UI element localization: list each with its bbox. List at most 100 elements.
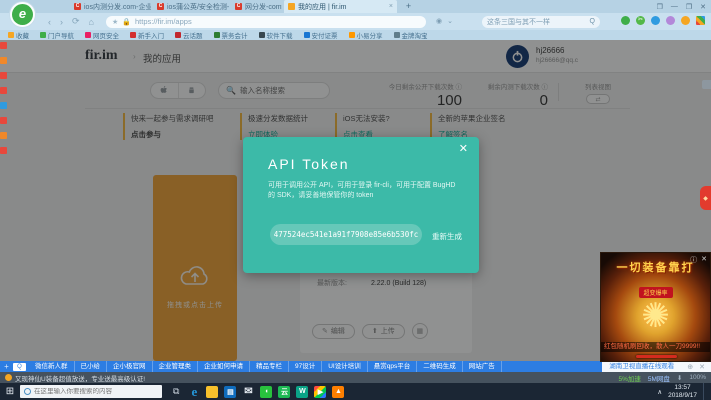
download-icon[interactable]: ⬇ (677, 374, 682, 382)
ad-link[interactable]: 已小给 (75, 361, 108, 372)
links-close-icon[interactable]: ✕ (699, 363, 705, 371)
quick-icon[interactable] (0, 57, 7, 64)
ad-link[interactable]: 微信新人群 (29, 361, 75, 372)
speedup-indicator[interactable]: 5%加速 (618, 373, 640, 383)
home-icon[interactable]: ⌂ (89, 17, 94, 27)
file-explorer-icon[interactable] (203, 383, 221, 400)
bookmark-item[interactable]: 门户导航 (40, 30, 74, 40)
minimize-icon[interactable]: — (671, 3, 678, 10)
browser-search-box[interactable]: 这条三国与其不一样 Q (482, 16, 600, 28)
bookmark-item[interactable]: 金牌淘宝 (394, 30, 428, 40)
quick-icon[interactable] (0, 117, 7, 124)
taskbar-search[interactable] (20, 385, 162, 398)
ad-link[interactable]: 二维码生成 (417, 361, 463, 372)
app-store-icon[interactable]: ▶ (311, 383, 329, 400)
bookmark-item[interactable]: 收藏 (8, 30, 29, 40)
browser-tab-active-firim[interactable]: 我的应用 | fir.im × (284, 0, 397, 13)
ad-link[interactable]: UI设计培训 (322, 361, 368, 372)
browser-chrome: C ios内测分发.com-企业-技术社区 C ios蒲公英/安全检测-com维… (0, 0, 711, 40)
media-player-icon[interactable]: ▲ (329, 383, 347, 400)
browser-logo[interactable]: e (9, 1, 36, 28)
zoom-level[interactable]: 100% (689, 374, 706, 381)
quick-icon[interactable] (0, 87, 7, 94)
ad-link[interactable]: 企小极官网 (107, 361, 153, 372)
bookmark-item[interactable]: 安付证票 (304, 30, 338, 40)
ad-link[interactable]: 网站广告 (463, 361, 502, 372)
show-desktop-button[interactable] (703, 383, 706, 400)
forward-icon[interactable]: › (60, 17, 63, 27)
bookmark-star-icon[interactable]: ★ (112, 18, 118, 26)
phoenix-glow-icon: ✺ (641, 296, 670, 336)
note-extension-icon[interactable] (621, 16, 630, 25)
bookmark-item[interactable]: 软件下载 (259, 30, 293, 40)
links-bar-controls: ⊕ ✕ (681, 361, 711, 372)
url-text[interactable]: https://fir.im/apps (135, 17, 192, 26)
start-button[interactable]: ⊞ (0, 386, 20, 397)
mail-icon[interactable]: ✉ (239, 383, 257, 400)
wechat-icon[interactable]: ◖ (257, 383, 275, 400)
task-view-icon[interactable]: ⧉ (173, 386, 179, 397)
status-ad-text[interactable]: 又现神仙U装备超值放送，专业送最高级认证! (15, 373, 145, 383)
bookmark-item[interactable]: 票务会计 (214, 30, 248, 40)
red-packet-pendant[interactable]: ◆ (700, 186, 711, 210)
tab-label: 我的应用 | fir.im (298, 2, 346, 12)
ad-link[interactable]: 企业如何申请 (198, 361, 250, 372)
quick-icon[interactable] (0, 147, 7, 154)
tab-favicon: C (74, 3, 81, 10)
bookmark-item[interactable]: 网页安全 (85, 30, 119, 40)
chevron-down-icon[interactable]: ⌄ (447, 17, 453, 25)
bookmark-favicon (304, 32, 310, 38)
docs-app-icon[interactable]: W (293, 383, 311, 400)
notes-app-icon[interactable]: 云 (275, 383, 293, 400)
game-ad-popup[interactable]: ✺ 一切装备靠打 超变爆率 ⓘ ✕ 红包随机刷回收，散人一刀9999!! (600, 252, 711, 362)
quick-icon[interactable] (0, 132, 7, 139)
address-bar[interactable]: ★ 🔒 https://fir.im/apps (106, 16, 426, 28)
screenshot-extension-icon[interactable] (666, 16, 675, 25)
new-tab-button[interactable]: + (402, 1, 415, 12)
bookmark-item[interactable]: 云话题 (175, 30, 203, 40)
taskbar-clock[interactable]: 13:57 2018/9/17 (668, 384, 697, 400)
ad-link[interactable]: 悬赏qps平台 (368, 361, 417, 372)
tray-expand-icon[interactable]: ∧ (657, 388, 662, 396)
tab-label: 网分发-com博客 (245, 2, 282, 12)
back-icon[interactable]: ‹ (48, 17, 51, 27)
modal-close-icon[interactable]: ✕ (459, 144, 468, 155)
edge-taskbar-icon[interactable]: e (185, 383, 203, 400)
browser-tab-3[interactable]: C 网分发-com博客 (231, 0, 282, 13)
bookmark-item[interactable]: 小易分享 (349, 30, 383, 40)
microsoft-store-icon[interactable]: ▤ (221, 383, 239, 400)
ad-link[interactable]: 精品专栏 (250, 361, 289, 372)
api-token-value[interactable]: 477524ec541e1a91f7908e85e6b530fc (270, 224, 422, 245)
maximize-icon[interactable]: ❐ (686, 3, 692, 11)
ad-link-highlighted[interactable]: 湖南卫视直播在线观看 (602, 361, 681, 372)
close-icon[interactable]: ✕ (700, 3, 706, 11)
search-icon[interactable]: Q (590, 18, 595, 25)
scissors-extension-icon[interactable]: ✂ (636, 16, 645, 25)
links-more-icon[interactable]: ⊕ (687, 363, 693, 371)
refresh-icon[interactable]: ⟳ (72, 16, 80, 27)
ad-marquee-text: 红包随机刷回收，散人一刀9999!! (601, 342, 710, 352)
ad-controls: ⓘ ✕ (690, 255, 707, 265)
regenerate-token-link[interactable]: 重新生成 (432, 231, 462, 242)
links-search-icon[interactable]: Q (13, 363, 26, 371)
quick-icon[interactable] (0, 102, 7, 109)
side-gear-icon[interactable] (702, 80, 711, 89)
quick-icon[interactable] (0, 42, 7, 49)
taskbar-search-input[interactable] (34, 388, 158, 395)
shield-extension-icon[interactable] (681, 16, 690, 25)
ad-info-icon[interactable]: ⓘ (690, 255, 697, 265)
skin-icon[interactable]: ❐ (657, 3, 663, 11)
browser-tab-1[interactable]: C ios内测分发.com-企业-技术社区 (70, 0, 151, 13)
user-account-icon[interactable]: ◉ (436, 17, 442, 25)
links-add-icon[interactable]: + (0, 362, 13, 371)
apps-grid-icon[interactable] (696, 16, 705, 25)
translate-extension-icon[interactable] (651, 16, 660, 25)
ad-close-icon[interactable]: ✕ (701, 255, 707, 265)
ad-link[interactable]: 97设计 (289, 361, 322, 372)
quick-icon[interactable] (0, 72, 7, 79)
netdisk-indicator[interactable]: 5M网盘 (648, 373, 670, 383)
browser-tab-2[interactable]: C ios蒲公英/安全检测-com维护 (153, 0, 229, 13)
ad-link[interactable]: 企业管理类 (153, 361, 199, 372)
tab-close-icon[interactable]: × (389, 3, 393, 10)
bookmark-item[interactable]: 新手入门 (130, 30, 164, 40)
